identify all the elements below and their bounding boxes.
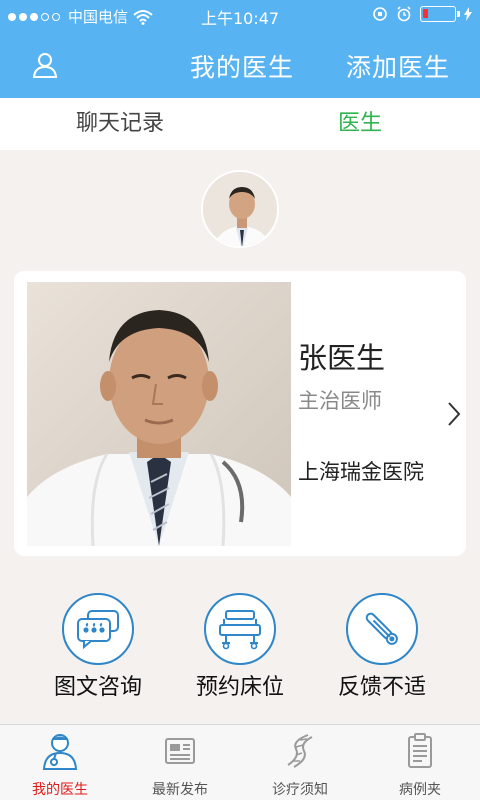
tab-doctor[interactable]: 医生 [240, 98, 480, 150]
book-bed-icon-circle [204, 593, 276, 665]
nav-treatment-notes[interactable]: 诊疗须知 [240, 725, 360, 800]
app-header: 我的医生 添加医生 [0, 30, 480, 98]
doctor-avatar-image [203, 172, 277, 246]
nav-latest-posts-label: 最新发布 [152, 782, 208, 798]
nav-treatment-notes-label: 诊疗须知 [272, 782, 328, 798]
user-icon [32, 53, 58, 78]
profile-button[interactable] [30, 50, 60, 80]
rotation-lock-icon [373, 7, 387, 21]
nav-case-folder[interactable]: 病例夹 [360, 725, 480, 800]
nav-my-doctor[interactable]: 我的医生 [0, 725, 120, 800]
chevron-right-icon[interactable] [446, 399, 462, 429]
hospital-bed-icon [219, 610, 261, 650]
consult-button[interactable]: 图文咨询 [28, 593, 168, 701]
tab-bar: 聊天记录 医生 [0, 98, 480, 150]
feedback-button[interactable]: 反馈不适 [312, 593, 452, 701]
charging-icon [464, 7, 472, 21]
battery-fill [423, 9, 428, 18]
alarm-icon [397, 6, 411, 22]
page-title: 我的医生 [190, 53, 295, 82]
bottom-nav: 我的医生 最新发布 诊疗须知 病例夹 [0, 724, 480, 800]
status-right [372, 6, 472, 22]
book-bed-label: 预约床位 [195, 675, 284, 700]
dna-icon [287, 734, 313, 768]
battery-icon [420, 6, 460, 22]
nav-case-folder-label: 病例夹 [399, 782, 441, 798]
doctor-photo [27, 282, 291, 546]
add-doctor-button[interactable]: 添加医生 [346, 48, 450, 84]
doctor-avatar[interactable] [201, 170, 279, 248]
nav-my-doctor-label: 我的医生 [32, 782, 88, 798]
clipboard-icon [408, 733, 432, 768]
doctor-hospital: 上海瑞金医院 [298, 460, 424, 484]
doctor-title: 主治医师 [298, 389, 382, 413]
thermometer-icon [365, 612, 398, 645]
book-bed-button[interactable]: 预约床位 [170, 593, 310, 701]
doctor-photo-image [27, 282, 291, 546]
doctor-name: 张医生 [298, 341, 386, 375]
feedback-icon-circle [346, 593, 418, 665]
consult-label: 图文咨询 [53, 675, 142, 700]
status-bar: 中国电信 上午10:47 [0, 0, 480, 30]
doctor-icon [42, 734, 78, 770]
tab-chat-history[interactable]: 聊天记录 [0, 98, 240, 150]
feedback-label: 反馈不适 [337, 675, 426, 700]
doctor-card[interactable]: 张医生 主治医师 上海瑞金医院 [14, 271, 466, 556]
newspaper-icon [165, 738, 195, 764]
consult-icon-circle [62, 593, 134, 665]
chat-bubbles-icon [77, 610, 119, 649]
nav-latest-posts[interactable]: 最新发布 [120, 725, 240, 800]
